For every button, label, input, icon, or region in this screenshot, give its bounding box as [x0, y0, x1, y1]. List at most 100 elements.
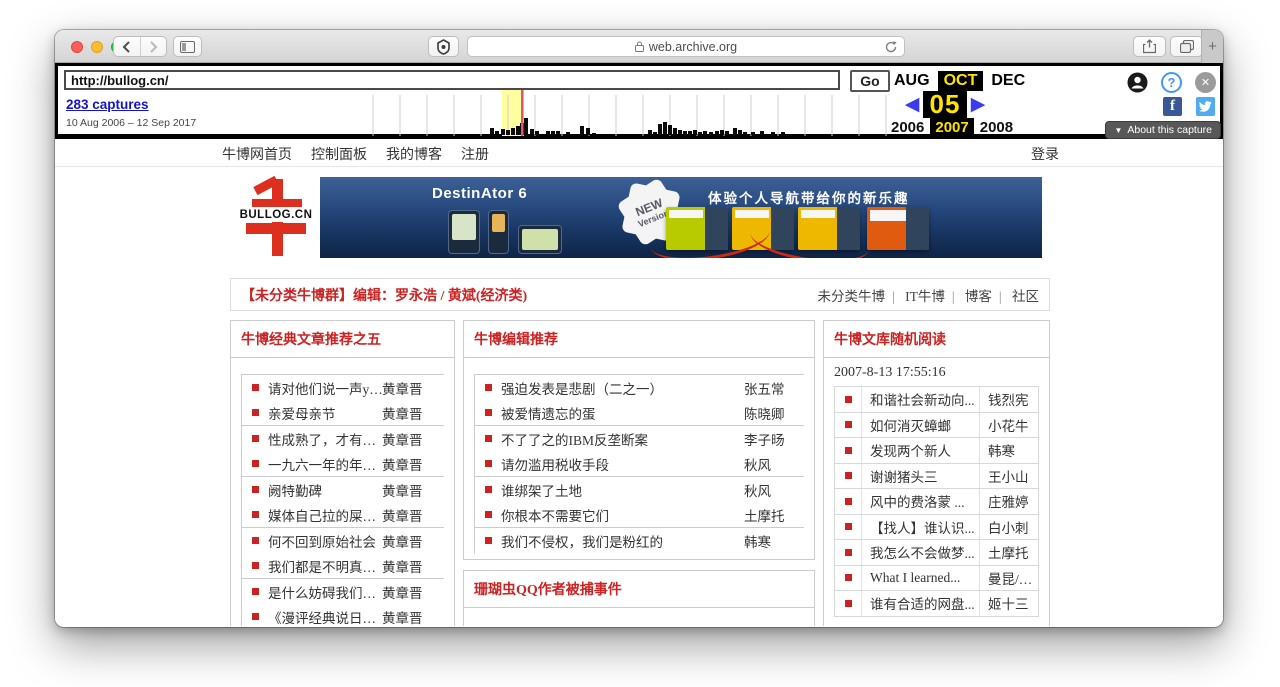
- site-nav-link[interactable]: 控制面板: [311, 144, 367, 164]
- author-link[interactable]: 黄章晋: [382, 505, 444, 525]
- author-link[interactable]: 韩寒: [980, 440, 1038, 460]
- author-link[interactable]: 黄章晋: [382, 556, 444, 576]
- close-window-button[interactable]: [71, 41, 83, 53]
- help-icon[interactable]: ?: [1161, 72, 1182, 93]
- minimize-window-button[interactable]: [91, 41, 103, 53]
- bullet-icon: [242, 375, 268, 401]
- article-link[interactable]: 请勿滥用税收手段: [501, 454, 744, 474]
- author-link[interactable]: 黄章晋: [382, 480, 444, 500]
- author-link[interactable]: 土摩托: [980, 542, 1038, 562]
- article-row: 谢谢猪头三 王小山: [835, 464, 1038, 490]
- author-link[interactable]: 秋风: [744, 480, 804, 500]
- site-nav-link[interactable]: 注册: [461, 144, 489, 164]
- article-link[interactable]: 何不回到原始社会: [268, 531, 382, 551]
- article-link[interactable]: 我怎么不会做梦...: [861, 540, 980, 565]
- author-link[interactable]: 黄章晋: [382, 454, 444, 474]
- ad-banner[interactable]: DestinAtor 6 NEW Version 体验个人导航带给你的新乐趣: [320, 177, 1042, 258]
- author-link[interactable]: 秋风: [744, 454, 804, 474]
- year-prev[interactable]: 2006: [887, 118, 928, 137]
- extension-icon[interactable]: [428, 36, 459, 57]
- author-link[interactable]: 庄雅婷: [980, 491, 1038, 511]
- author-link[interactable]: 曼昆/…: [980, 568, 1038, 588]
- month-next[interactable]: DEC: [991, 72, 1025, 90]
- author-link[interactable]: 土摩托: [744, 505, 804, 525]
- twitter-icon[interactable]: [1196, 97, 1215, 116]
- month-prev[interactable]: AUG: [894, 72, 930, 90]
- article-link[interactable]: 谁绑架了土地: [501, 480, 744, 500]
- new-tab-button[interactable]: +: [1201, 30, 1223, 63]
- author-link[interactable]: 李子旸: [744, 429, 804, 449]
- refresh-icon[interactable]: [884, 40, 898, 54]
- article-link[interactable]: 谁有合适的网盘...: [861, 591, 980, 616]
- article-row: 我们不侵权，我们是粉红的 韩寒: [475, 528, 804, 554]
- random-timestamp: 2007-8-13 17:55:16: [824, 358, 1049, 386]
- go-button[interactable]: Go: [850, 70, 890, 92]
- article-link[interactable]: 不了了之的IBM反垄断案: [501, 429, 744, 449]
- article-link[interactable]: 风中的费洛蒙 ...: [861, 489, 980, 514]
- month-current[interactable]: OCT: [938, 71, 984, 91]
- previous-capture-arrow[interactable]: ◀: [901, 92, 923, 118]
- site-nav-link[interactable]: 牛博网首页: [222, 144, 292, 164]
- site-nav-link[interactable]: 我的博客: [386, 144, 442, 164]
- article-link[interactable]: 强迫发表是悲剧（二之一）: [501, 378, 744, 398]
- category-link[interactable]: 未分类牛博: [818, 285, 886, 305]
- author-link[interactable]: 黄章晋: [382, 429, 444, 449]
- author-link[interactable]: 黄章晋: [382, 607, 444, 626]
- group-editors-title: 【未分类牛博群】编辑：罗永浩 / 黄斌(经济类): [241, 285, 527, 305]
- article-link[interactable]: 如何消灭蟑螂: [861, 413, 980, 438]
- author-link[interactable]: 黄章晋: [382, 531, 444, 551]
- article-link[interactable]: 被爱情遗忘的蛋: [501, 403, 744, 423]
- bullog-logo[interactable]: BULLOG.CN: [232, 177, 320, 258]
- login-link[interactable]: 登录: [1031, 144, 1059, 164]
- year-current[interactable]: 2007: [930, 118, 973, 137]
- article-link[interactable]: 请对他们说一声y…: [268, 378, 382, 398]
- captures-link[interactable]: 283 captures: [66, 97, 149, 112]
- address-bar[interactable]: web.archive.org: [467, 36, 905, 57]
- article-link[interactable]: 《漫评经典说日…: [268, 607, 382, 626]
- author-link[interactable]: 张五常: [744, 378, 804, 398]
- author-link[interactable]: 姬十三: [980, 593, 1038, 613]
- year-next[interactable]: 2008: [976, 118, 1017, 137]
- article-link[interactable]: 一九六一年的年…: [268, 454, 382, 474]
- author-link[interactable]: 韩寒: [744, 531, 804, 551]
- tab-overview-button[interactable]: [1170, 36, 1203, 57]
- article-link[interactable]: 我们不侵权，我们是粉红的: [501, 531, 744, 551]
- article-link[interactable]: 是什么妨碍我们…: [268, 582, 382, 602]
- close-toolbar-icon[interactable]: ✕: [1195, 72, 1216, 93]
- next-capture-arrow[interactable]: ▶: [967, 92, 989, 118]
- facebook-icon[interactable]: f: [1163, 97, 1182, 116]
- author-link[interactable]: 小花牛: [980, 415, 1038, 435]
- article-link[interactable]: 媒体自己拉的屎…: [268, 505, 382, 525]
- capture-timeline[interactable]: [363, 90, 893, 136]
- author-link[interactable]: 黄章晋: [382, 378, 444, 398]
- author-link[interactable]: 白小刺: [980, 517, 1038, 537]
- profile-icon[interactable]: [1127, 72, 1148, 93]
- about-this-capture-button[interactable]: ▼ About this capture: [1105, 121, 1221, 139]
- article-link[interactable]: 发现两个新人: [861, 438, 980, 463]
- article-link[interactable]: 性成熟了，才有…: [268, 429, 382, 449]
- sidebar-toggle-button[interactable]: [173, 36, 202, 57]
- share-button[interactable]: [1133, 36, 1166, 57]
- article-row: 请对他们说一声y… 黄章晋: [242, 375, 444, 401]
- author-link[interactable]: 王小山: [980, 466, 1038, 486]
- banner-area: BULLOG.CN DestinAtor 6 NEW Version: [232, 177, 1042, 258]
- category-link[interactable]: 博客: [945, 285, 992, 305]
- author-link[interactable]: 陈晓卿: [744, 403, 804, 423]
- article-link[interactable]: 谢谢猪头三: [861, 464, 980, 489]
- wayback-url-input[interactable]: [64, 70, 840, 90]
- article-link[interactable]: 阙特勤碑: [268, 480, 382, 500]
- author-link[interactable]: 黄章晋: [382, 403, 444, 423]
- forward-button[interactable]: [140, 37, 167, 56]
- article-link[interactable]: 亲爱母亲节: [268, 403, 382, 423]
- article-link[interactable]: 和谐社会新动向...: [861, 387, 980, 412]
- article-link[interactable]: 你根本不需要它们: [501, 505, 744, 525]
- category-link[interactable]: IT牛博: [885, 285, 945, 305]
- back-button[interactable]: [114, 37, 140, 56]
- article-link[interactable]: What I learned...: [861, 566, 980, 591]
- article-link[interactable]: 我们都是不明真…: [268, 556, 382, 576]
- category-link[interactable]: 社区: [992, 285, 1039, 305]
- bullet-icon: [835, 413, 861, 438]
- author-link[interactable]: 黄章晋: [382, 582, 444, 602]
- article-link[interactable]: 【找人】谁认识...: [861, 515, 980, 540]
- author-link[interactable]: 钱烈宪: [980, 389, 1038, 409]
